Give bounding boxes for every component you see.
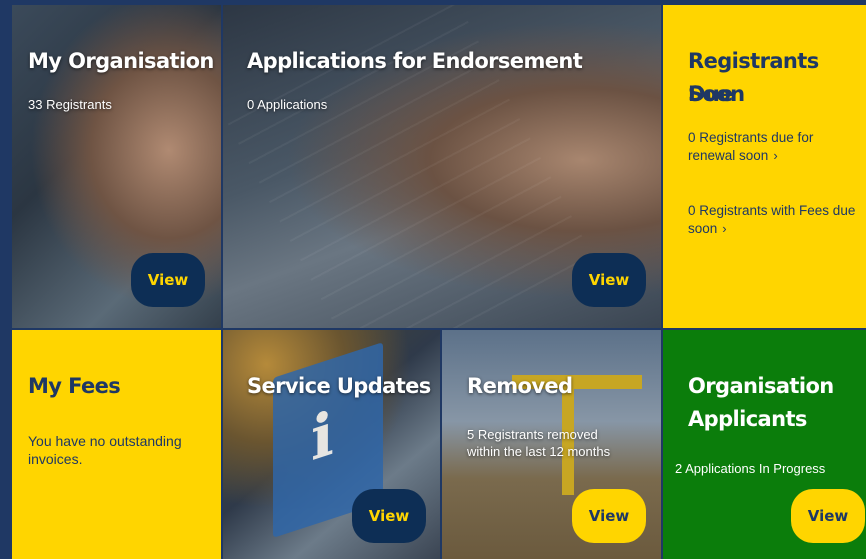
tile-title-line-1: Organisation [688, 374, 834, 398]
tile-summary: 2 Applications In Progress [675, 461, 826, 476]
tile-applications-for-endorsement: Applications for Endorsement 0 Applicati… [223, 5, 661, 328]
tile-title: Applications for Endorsement [247, 49, 583, 73]
tile-title: My Organisation [28, 49, 214, 73]
fees-due-text: 0 Registrants with Fees due soon [688, 203, 856, 236]
chevron-right-icon: › [773, 148, 778, 163]
fees-message: You have no outstanding invoices. [28, 433, 182, 467]
tile-title: Service Updates [247, 374, 431, 398]
tile-registrants-due-soon: Registrants Due Soon 0 Registrants due f… [663, 5, 866, 328]
renewal-due-text: 0 Registrants due for renewal soon [688, 130, 814, 163]
tile-service-updates: i Service Updates View [223, 330, 440, 559]
tile-my-fees: My Fees You have no outstanding invoices… [12, 330, 221, 559]
tile-removed: Removed 5 Registrants removed within the… [442, 330, 661, 559]
tile-summary: 0 Applications [247, 97, 328, 112]
tile-title: Removed [467, 374, 573, 398]
tile-summary: 5 Registrants removed within the last 12… [467, 427, 611, 459]
chevron-right-icon: › [722, 221, 727, 236]
dashboard-grid: My Organisation 33 Registrants View Appl… [0, 0, 866, 559]
info-icon: i [311, 398, 334, 476]
tile-organisation-applicants: Organisation Applicants 2 Applications I… [663, 330, 866, 559]
renewal-due-link[interactable]: 0 Registrants due for renewal soon › [688, 129, 853, 165]
applicants-view-button[interactable]: View [791, 489, 865, 543]
tile-title-line-2: Soon [688, 82, 745, 106]
tile-title-line-2: Applicants [688, 407, 807, 431]
service-updates-view-button[interactable]: View [352, 489, 426, 543]
endorsement-view-button[interactable]: View [572, 253, 646, 307]
tile-my-organisation: My Organisation 33 Registrants View [12, 5, 221, 328]
removed-view-button[interactable]: View [572, 489, 646, 543]
fees-due-link[interactable]: 0 Registrants with Fees due soon › [688, 202, 863, 238]
tile-summary: 33 Registrants [28, 97, 112, 112]
my-organisation-view-button[interactable]: View [131, 253, 205, 307]
tile-title: My Fees [28, 374, 121, 398]
